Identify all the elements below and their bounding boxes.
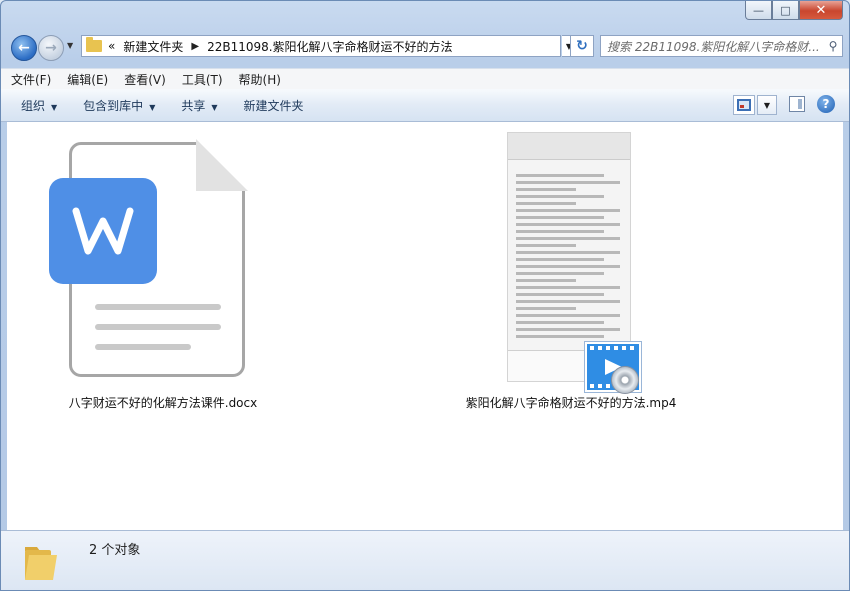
thumbnail-header xyxy=(508,133,630,160)
help-icon[interactable]: ? xyxy=(817,95,835,113)
close-button[interactable]: ✕ xyxy=(799,1,843,20)
folder-large-icon xyxy=(25,547,57,580)
search-icon[interactable]: ⚲ xyxy=(824,39,842,53)
menu-file[interactable]: 文件(F) xyxy=(11,71,51,88)
caption-buttons: — □ ✕ xyxy=(745,1,843,21)
file-item-mp4[interactable]: 紫阳化解八字命格财运不好的方法.mp4 xyxy=(7,122,845,422)
maximize-button[interactable]: □ xyxy=(772,1,799,20)
arrow-right-icon: → xyxy=(45,40,57,56)
new-folder-button[interactable]: 新建文件夹 xyxy=(244,97,304,114)
file-name-mp4: 紫阳化解八字命格财运不好的方法.mp4 xyxy=(465,396,677,410)
new-folder-label: 新建文件夹 xyxy=(243,98,304,113)
chevron-right-icon[interactable]: ▶ xyxy=(191,41,199,52)
view-icon xyxy=(737,99,751,111)
organize-label: 组织 xyxy=(21,98,46,113)
search-input[interactable]: 搜索 22B11098.紫阳化解八字命格财... ⚲ xyxy=(600,35,843,57)
menu-view[interactable]: 查看(V) xyxy=(124,71,166,88)
include-in-library-button[interactable]: 包含到库中 ▼ xyxy=(83,97,155,114)
breadcrumb-overflow[interactable]: « xyxy=(108,39,115,53)
refresh-icon[interactable]: ↻ xyxy=(570,35,594,57)
dropdown-arrow-icon: ▼ xyxy=(211,102,218,112)
share-button[interactable]: 共享 ▼ xyxy=(181,97,217,114)
include-library-label: 包含到库中 xyxy=(83,98,144,113)
item-count: 2 个对象 xyxy=(89,543,141,558)
preview-pane-icon[interactable] xyxy=(789,96,805,112)
forward-button[interactable]: → xyxy=(38,35,64,61)
disc-icon xyxy=(611,366,639,394)
details-pane: 2 个对象 xyxy=(1,530,849,590)
folder-icon xyxy=(86,37,102,52)
file-list-view[interactable]: 八字财运不好的化解方法课件.docx 紫阳化解八字命格财运不好的方法.mp4 xyxy=(7,122,843,530)
command-bar: 组织 ▼ 包含到库中 ▼ 共享 ▼ 新建文件夹 ▼ ? xyxy=(1,89,849,122)
view-dropdown-icon[interactable]: ▼ xyxy=(757,95,777,115)
breadcrumb-item-new-folder[interactable]: 新建文件夹 xyxy=(123,38,183,55)
dropdown-arrow-icon: ▼ xyxy=(51,102,58,112)
address-bar[interactable]: « 新建文件夹 ▶ 22B11098.紫阳化解八字命格财运不好的方法 xyxy=(81,35,561,57)
address-row: ← → ▼ « 新建文件夹 ▶ 22B11098.紫阳化解八字命格财运不好的方法… xyxy=(7,33,843,61)
menu-bar: 文件(F) 编辑(E) 查看(V) 工具(T) 帮助(H) xyxy=(1,68,849,89)
organize-button[interactable]: 组织 ▼ xyxy=(21,97,57,114)
minimize-button[interactable]: — xyxy=(745,1,772,20)
arrow-left-icon: ← xyxy=(18,40,30,56)
change-view-button[interactable] xyxy=(733,95,755,115)
back-button[interactable]: ← xyxy=(11,35,37,61)
breadcrumb-item-current[interactable]: 22B11098.紫阳化解八字命格财运不好的方法 xyxy=(207,38,453,55)
menu-help[interactable]: 帮助(H) xyxy=(239,71,281,88)
menu-tools[interactable]: 工具(T) xyxy=(182,71,223,88)
dropdown-arrow-icon: ▼ xyxy=(149,102,156,112)
search-placeholder: 搜索 22B11098.紫阳化解八字命格财... xyxy=(607,39,820,54)
thumbnail-text-lines xyxy=(508,160,630,338)
explorer-window: — □ ✕ ← → ▼ « 新建文件夹 ▶ 22B11098.紫阳化解八字命格财… xyxy=(0,0,850,591)
history-dropdown-icon[interactable]: ▼ xyxy=(67,41,73,50)
share-label: 共享 xyxy=(181,98,206,113)
menu-edit[interactable]: 编辑(E) xyxy=(67,71,108,88)
